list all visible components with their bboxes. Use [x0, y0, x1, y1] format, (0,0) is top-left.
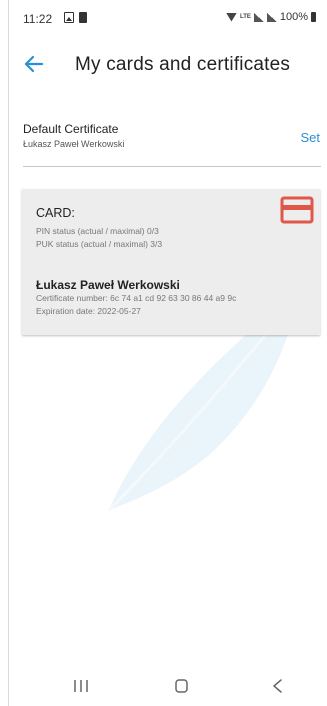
page-title: My cards and certificates [75, 54, 291, 75]
default-certificate-owner: Łukasz Paweł Werkowski [23, 139, 125, 149]
back-icon[interactable] [258, 674, 298, 698]
app-bar: My cards and certificates [9, 46, 327, 86]
default-certificate-row: Default Certificate Łukasz Paweł Werkows… [9, 118, 327, 162]
signal-icon [253, 12, 264, 22]
expiration-date: Expiration date: 2022-05-27 [36, 306, 141, 316]
puk-status: PUK status (actual / maximal) 3/3 [36, 239, 163, 249]
home-icon[interactable] [162, 674, 202, 698]
wifi-icon [225, 12, 237, 22]
default-certificate-title: Default Certificate [23, 122, 119, 136]
clipboard-notification-icon [79, 12, 87, 23]
status-bar: 11:22 LTE 100% [9, 0, 327, 36]
arrow-left-icon[interactable] [21, 52, 47, 76]
pin-status: PIN status (actual / maximal) 0/3 [36, 226, 159, 236]
credit-card-icon [280, 196, 314, 224]
app-frame: 11:22 LTE 100% My cards and certificates… [8, 0, 327, 706]
certificate-number: Certificate number: 6c 74 a1 cd 92 63 30… [36, 293, 237, 303]
card-label: CARD: [36, 206, 75, 220]
lte-icon: LTE [239, 14, 251, 20]
signal-icon-2 [266, 12, 277, 22]
status-time: 11:22 [23, 12, 53, 26]
recent-apps-icon[interactable] [61, 674, 101, 698]
battery-percent: 100% [279, 11, 308, 23]
certificate-holder-name: Łukasz Paweł Werkowski [36, 278, 180, 292]
navigation-bar [9, 668, 327, 706]
battery-icon [311, 12, 316, 22]
set-default-button[interactable]: Set [300, 130, 320, 145]
gallery-notification-icon [64, 12, 74, 23]
status-indicators: LTE 100% [225, 11, 316, 23]
divider [23, 166, 321, 167]
card-panel[interactable]: CARD: PIN status (actual / maximal) 0/3 … [22, 189, 320, 335]
